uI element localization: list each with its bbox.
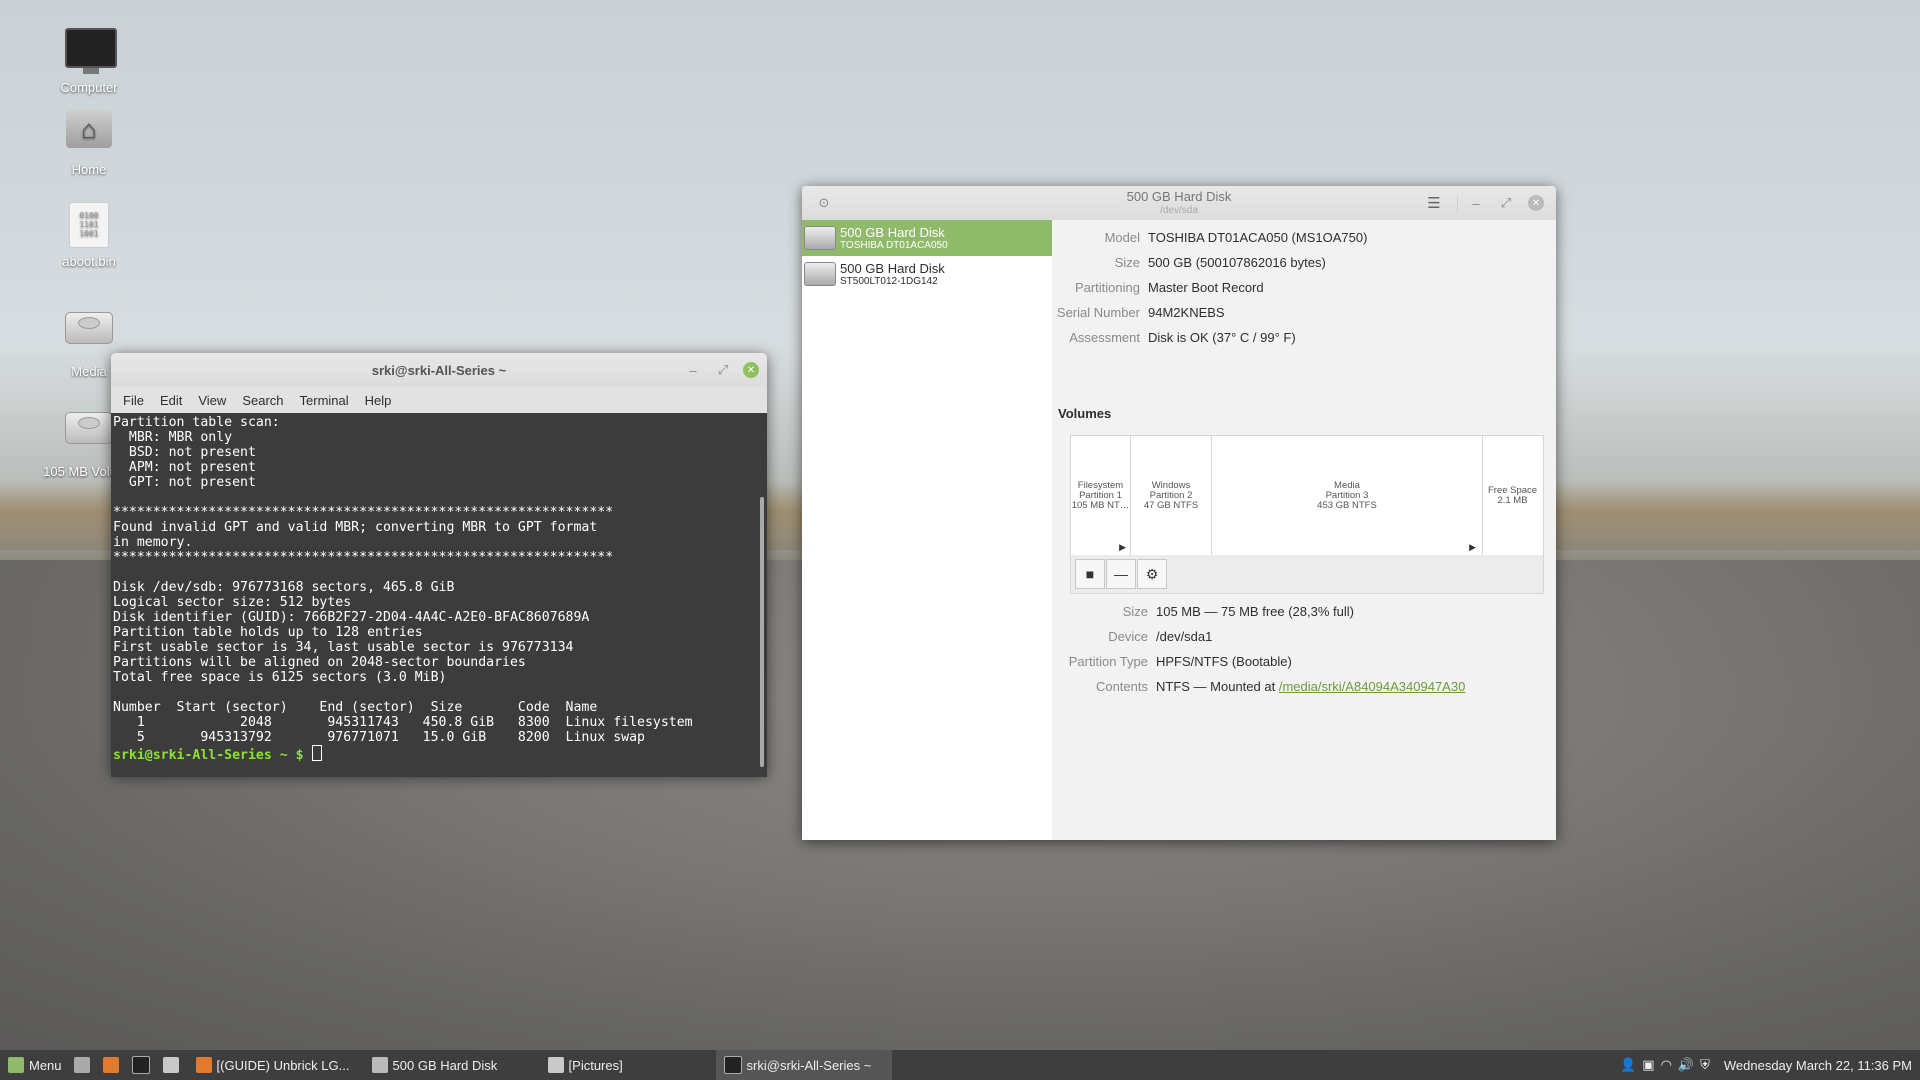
user-icon[interactable]: 👤 [1620,1057,1636,1073]
window-title: srki@srki-All-Series ~ [371,363,507,378]
computer-icon [65,28,117,76]
desktop-icon-aboot-bin[interactable]: 0100 1101 1001 aboot.bin [34,202,144,269]
disk-name: 500 GB Hard Disk [840,261,945,276]
taskbar-window-label: [Pictures] [568,1057,623,1073]
taskbar-window-label: 500 GB Hard Disk [392,1057,498,1073]
close-icon[interactable]: ✕ [741,360,761,380]
launcher-show-desktop[interactable] [70,1050,99,1080]
minimize-icon[interactable]: – [1466,193,1486,213]
shield-icon[interactable]: ⛨ [1700,1057,1710,1073]
info-serial: Serial Number 94M2KNEBS [1056,305,1225,320]
menu-search[interactable]: Search [234,393,291,408]
drive-icon [65,412,113,460]
disks-icon [371,1057,388,1073]
taskbar-window-browser[interactable]: [(GUIDE) Unbrick LG... [188,1050,364,1080]
menu-edit[interactable]: Edit [152,393,190,408]
disk-list-item[interactable]: 500 GB Hard Disk ST500LT012-1DG142 [802,256,1052,292]
terminal-scrollbar[interactable] [760,497,764,767]
desktop-icon-computer[interactable]: Computer [34,22,144,95]
launcher-files[interactable] [159,1050,188,1080]
info-assessment: Assessment Disk is OK (37° C / 99° F) [1069,330,1296,345]
volumes-heading: Volumes [1058,406,1112,421]
volume-segment[interactable]: Filesystem Partition 1 105 MB NT… ▶ [1071,436,1131,556]
launcher-firefox[interactable] [99,1050,128,1080]
mint-logo-icon [8,1057,24,1073]
terminal-output-area[interactable]: Partition table scan: MBR: MBR only BSD:… [111,413,767,777]
desktop-icon-home[interactable]: Home [34,104,144,177]
detail-partition-type: Partition Type HPFS/NTFS (Bootable) [1068,654,1292,669]
terminal-titlebar[interactable]: srki@srki-All-Series ~ – ⤢ ✕ [111,353,767,387]
taskbar-window-terminal[interactable]: srki@srki-All-Series ~ [715,1050,892,1080]
disk-info-panel: Model TOSHIBA DT01ACA050 (MS1OA750) Size 5… [1052,220,1556,840]
menu-button[interactable]: Menu [0,1050,70,1080]
maximize-icon[interactable]: ⤢ [1496,193,1516,213]
menu-label: Menu [29,1057,62,1073]
taskbar-window-disks[interactable]: 500 GB Hard Disk [364,1050,540,1080]
close-icon[interactable]: ✕ [1526,193,1546,213]
launcher-terminal[interactable] [128,1050,159,1080]
minus-icon[interactable]: — [1106,559,1136,589]
volume-segment[interactable]: Windows Partition 2 47 GB NTFS [1131,436,1212,556]
taskbar: Menu [(GUIDE) Unbrick LG... 500 GB Hard … [0,1050,1920,1080]
show-desktop-icon [73,1057,90,1073]
disk-list: 500 GB Hard Disk TOSHIBA DT01ACA050 500 G… [802,220,1053,840]
mount-point-link[interactable]: /media/srki/A84094A340947A30 [1279,679,1465,694]
volume-map: Filesystem Partition 1 105 MB NT… ▶ Windows… [1070,435,1544,557]
terminal-menubar: File Edit View Search Terminal Help [111,387,767,413]
detail-size: Size 105 MB — 75 MB free (28,3% full) [1122,604,1354,619]
folder-icon [162,1057,179,1073]
terminal-window: srki@srki-All-Series ~ – ⤢ ✕ File Edit V… [111,353,767,777]
minimize-icon[interactable]: – [683,360,703,380]
maximize-icon[interactable]: ⤢ [713,360,733,380]
taskbar-window-label: [(GUIDE) Unbrick LG... [216,1057,350,1073]
disk-model: TOSHIBA DT01ACA050 [840,240,948,251]
desktop-icon-label: aboot.bin [62,254,116,269]
taskbar-window-label: srki@srki-All-Series ~ [746,1057,872,1073]
taskbar-window-pictures[interactable]: [Pictures] [540,1050,716,1080]
play-arrow-icon: ▶ [1469,542,1476,552]
info-partitioning: Partitioning Master Boot Record [1074,280,1264,295]
info-model: Model TOSHIBA DT01ACA050 (MS1OA750) [1104,230,1368,245]
desktop-icon-label: Computer [60,80,118,95]
disks-titlebar[interactable]: ⊙ 500 GB Hard Disk /dev/sda ☰ – ⤢ ✕ [802,186,1556,220]
menu-file[interactable]: File [115,393,152,408]
folder-icon [547,1057,564,1073]
hard-disk-icon [804,262,836,286]
terminal-output: Partition table scan: MBR: MBR only BSD:… [113,415,693,745]
stop-icon[interactable]: ■ [1075,559,1105,589]
update-icon[interactable]: ▣ [1642,1057,1654,1073]
binary-file-icon: 0100 1101 1001 [65,202,113,250]
menu-help[interactable]: Help [357,393,400,408]
system-tray: 👤 ▣ ◠ 🔊 ⛨ [1614,1050,1716,1080]
disk-name: 500 GB Hard Disk [840,225,945,240]
info-size: Size 500 GB (500107862016 bytes) [1114,255,1326,270]
hard-disk-icon [804,226,836,250]
menu-terminal[interactable]: Terminal [292,393,357,408]
clock[interactable]: Wednesday March 22, 11:36 PM [1716,1050,1920,1080]
menu-view[interactable]: View [190,393,234,408]
drive-icon [65,312,113,360]
hamburger-menu-icon[interactable]: ☰ [1424,193,1444,213]
terminal-icon [723,1056,742,1074]
volume-segment[interactable]: Free Space 2.1 MB [1483,436,1542,556]
volume-segment[interactable]: Media Partition 3 453 GB NTFS ▶ [1212,436,1483,556]
detail-device: Device/dev/sda1 [1108,629,1213,644]
disk-list-item[interactable]: 500 GB Hard Disk TOSHIBA DT01ACA050 [802,220,1052,256]
detail-contents: Contents NTFS — Mounted at /media/srki/A8… [1095,679,1466,694]
shell-prompt: srki@srki-All-Series ~ $ [113,748,304,763]
desktop-icon-label: Home [71,162,107,177]
terminal-icon [131,1056,150,1074]
home-folder-icon [65,110,113,158]
volume-toolbar: ■ — ⚙ [1070,555,1544,594]
firefox-icon [195,1057,212,1073]
titlebar-divider [1457,196,1458,212]
volume-icon[interactable]: 🔊 [1678,1057,1694,1073]
text-cursor [311,745,322,761]
disks-window: ⊙ 500 GB Hard Disk /dev/sda ☰ – ⤢ ✕ 500 … [802,186,1556,840]
firefox-icon [102,1057,119,1073]
wifi-icon[interactable]: ◠ [1661,1057,1672,1073]
disk-model: ST500LT012-1DG142 [840,276,938,287]
gear-icon[interactable]: ⚙ [1137,559,1167,589]
play-arrow-icon: ▶ [1119,542,1126,552]
